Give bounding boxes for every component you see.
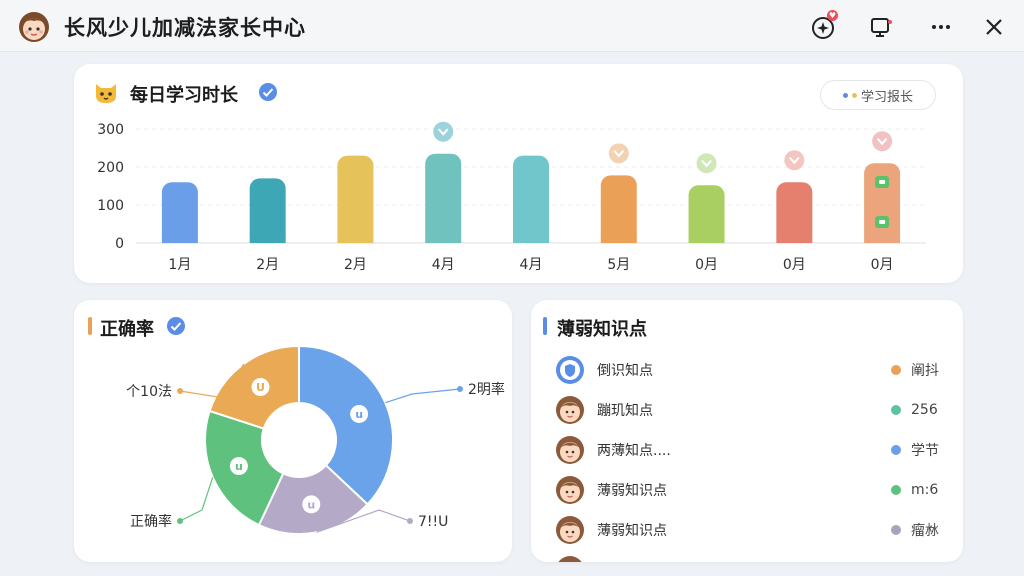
child-avatar-icon — [558, 556, 582, 562]
child-avatar-icon — [556, 396, 584, 424]
weak-point-item[interactable]: 薄弱知识点 瘤沝 — [555, 510, 945, 550]
leader-dot — [177, 388, 183, 394]
bar[interactable] — [337, 155, 374, 243]
weak-points-title: 薄弱知识点 — [557, 319, 647, 340]
ai-assistant-button[interactable]: ♥ — [806, 10, 840, 44]
monitor-icon — [871, 18, 892, 37]
more-icon — [932, 25, 950, 29]
svg-text:u: u — [235, 460, 243, 473]
weak-point-value: 阐抖 — [911, 363, 939, 379]
bar-base — [425, 233, 462, 243]
weak-point-name: 蹦玑知点 — [597, 403, 653, 419]
weak-point-item[interactable]: 两薄知点.... 学节 — [555, 430, 945, 470]
svg-text:u: u — [355, 408, 363, 421]
weak-point-name: 倒识知点 — [597, 363, 653, 379]
bar-base — [776, 233, 813, 243]
weak-points-list: 倒识知点 阐抖 蹦玑知点 256 两薄知点.... 学节 薄弱知识点 m:6 薄弱知识点 瘤沝 — [555, 350, 945, 562]
x-tick-label: 2月 — [344, 257, 367, 273]
weak-points-card: 薄弱知识点 倒识知点 阐抖 蹦玑知点 256 两薄知点.... 学节 薄弱知识点 m:6 薄弱知… — [531, 300, 963, 562]
segment-badge-icon: u — [302, 495, 321, 514]
segment-label: 正确率 — [130, 513, 172, 530]
screen-button[interactable] — [864, 10, 898, 44]
weak-point-value: 256 — [911, 402, 938, 418]
weak-point-value: 学节 — [911, 443, 939, 459]
x-tick-label: 0月 — [783, 257, 806, 273]
chat-badge-icon — [875, 176, 890, 188]
more-button[interactable] — [924, 10, 958, 44]
leader-line — [179, 477, 214, 522]
chevron-down-icon[interactable] — [696, 153, 717, 174]
status-dot-icon — [891, 485, 901, 495]
weak-point-item[interactable]: 薄弱知识点 m:6 — [555, 470, 945, 510]
chevron-down-icon[interactable] — [608, 143, 629, 164]
bar[interactable] — [513, 155, 549, 243]
y-tick-label: 0 — [115, 236, 124, 252]
leader-line — [385, 388, 461, 404]
weak-point-name: 两薄知点.... — [597, 443, 671, 459]
bar-base — [249, 233, 286, 243]
study-time-card: 每日学习时长 学习报长 300 200 100 0 1月 2月 2月 4月 4月 5月 0月 0月 0月 — [74, 64, 963, 283]
title-bar: 长风少儿加减法家长中心 ♥ — [0, 0, 1024, 52]
segment-label: 7!!U — [418, 514, 448, 530]
chevron-down-icon[interactable] — [433, 121, 454, 142]
study-time-bar-chart: 300 200 100 0 1月 2月 2月 4月 4月 5月 0月 0月 0月 — [97, 121, 926, 273]
status-dot-icon — [891, 525, 901, 535]
x-tick-label: 2月 — [256, 257, 279, 273]
weak-point-value: 瘤沝 — [911, 523, 939, 539]
x-tick-label: 5月 — [607, 257, 630, 273]
close-icon — [986, 19, 1002, 35]
weak-point-value: m:6 — [911, 482, 939, 498]
bar-base — [864, 233, 901, 243]
segment-badge-icon: u — [350, 404, 369, 423]
weak-point-name: 薄弱知识点 — [597, 523, 667, 539]
y-tick-label: 200 — [97, 160, 124, 176]
accent-bar — [543, 317, 547, 335]
accuracy-card: 正确率 u 2明率 u 7!!U u 正确率 U 个10法 — [74, 300, 512, 562]
bar-base — [688, 233, 725, 243]
close-button[interactable] — [977, 10, 1011, 44]
segment-badge-icon: U — [251, 378, 270, 397]
child-avatar-icon — [556, 436, 584, 464]
x-tick-label: 4月 — [432, 257, 455, 273]
child-avatar-icon — [556, 516, 584, 544]
segment-badge-icon: u — [229, 457, 248, 476]
bar[interactable] — [600, 175, 637, 243]
y-tick-label: 300 — [97, 122, 124, 138]
status-dot-icon — [891, 445, 901, 455]
x-tick-label: 4月 — [520, 257, 543, 273]
segment-label: 2明率 — [468, 381, 505, 398]
bar-base — [600, 233, 637, 243]
leader-dot — [407, 518, 413, 524]
y-tick-label: 100 — [97, 198, 124, 214]
x-tick-label: 0月 — [871, 257, 894, 273]
bar[interactable] — [425, 153, 462, 243]
bar-base — [161, 233, 198, 243]
chevron-down-icon[interactable] — [872, 131, 893, 152]
child-avatar-icon — [556, 476, 584, 504]
app-title: 长风少儿加减法家长中心 — [64, 16, 306, 40]
accuracy-donut-chart: u 2明率 u 7!!U u 正确率 U 个10法 — [126, 344, 505, 535]
chevron-down-icon[interactable] — [784, 150, 805, 171]
bar-base — [337, 233, 374, 243]
leader-dot — [457, 386, 463, 392]
svg-text:u: u — [307, 498, 315, 511]
notification-badge: ♥ — [827, 10, 838, 21]
chat-badge-icon — [875, 216, 890, 228]
segment-label: 个10法 — [126, 384, 172, 400]
x-tick-label: 1月 — [168, 257, 191, 273]
status-dot-icon — [891, 365, 901, 375]
weak-point-item[interactable]: 蹦玑知点 256 — [555, 390, 945, 430]
leader-dot — [177, 518, 183, 524]
bar[interactable] — [864, 163, 901, 243]
x-tick-label: 0月 — [695, 257, 718, 273]
shield-avatar-icon — [556, 356, 584, 384]
svg-text:U: U — [256, 381, 265, 394]
weak-point-item[interactable] — [555, 550, 945, 562]
status-dot-icon — [891, 405, 901, 415]
bar-base — [513, 233, 549, 243]
app-avatar-icon — [19, 12, 49, 42]
weak-point-name: 薄弱知识点 — [597, 483, 667, 499]
weak-point-item[interactable]: 倒识知点 阐抖 — [555, 350, 945, 390]
